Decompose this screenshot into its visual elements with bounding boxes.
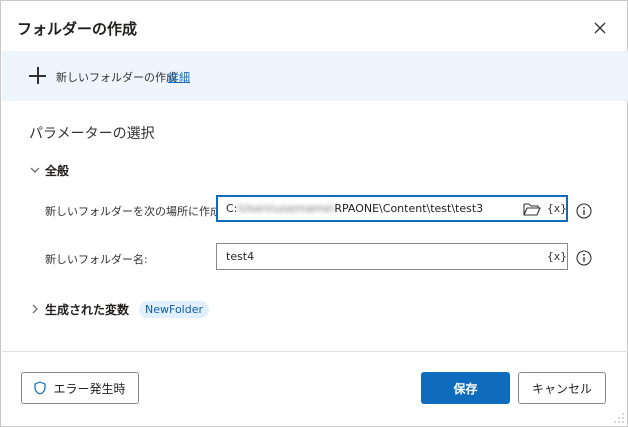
dialog-title: フォルダーの作成 — [17, 20, 138, 38]
shield-icon — [34, 381, 47, 395]
folder-location-input[interactable]: C:\Users\username\RPAONE\Content\test\te… — [216, 195, 568, 222]
variable-pill[interactable]: NewFolder — [139, 300, 210, 318]
on-error-button[interactable]: エラー発生時 — [21, 372, 139, 404]
save-button[interactable]: 保存 — [421, 372, 510, 404]
cancel-button[interactable]: キャンセル — [518, 372, 606, 404]
plus-icon — [29, 67, 46, 84]
info-icon[interactable] — [576, 250, 592, 266]
chevron-down-icon — [30, 167, 40, 173]
variable-picker-button[interactable]: {x} — [547, 250, 567, 263]
info-banner: 新しいフォルダーの作成 詳細 — [2, 51, 628, 101]
general-group-label: 全般 — [45, 163, 70, 178]
close-button[interactable] — [589, 17, 611, 39]
info-icon[interactable] — [576, 203, 592, 219]
generated-variables-toggle[interactable]: 生成された変数 NewFolder — [29, 299, 210, 319]
folder-location-label: 新しいフォルダーを次の場所に作成: — [45, 205, 225, 218]
banner-description: 新しいフォルダーの作成 — [56, 71, 177, 84]
variable-picker-button[interactable]: {x} — [547, 202, 567, 215]
folder-name-value: test4 — [226, 250, 255, 263]
create-folder-dialog: フォルダーの作成 新しいフォルダーの作成 詳細 パラメーターの選択 全般 新しい… — [0, 0, 628, 427]
folder-name-label: 新しいフォルダー名: — [45, 253, 148, 266]
on-error-label: エラー発生時 — [53, 381, 126, 396]
folder-location-value: C:\Users\username\RPAONE\Content\test\te… — [226, 202, 484, 215]
chevron-right-icon — [32, 304, 38, 314]
general-group-toggle[interactable]: 全般 — [29, 161, 69, 179]
footer-divider — [2, 351, 628, 352]
parameters-section-title: パラメーターの選択 — [29, 126, 155, 142]
resize-grip-icon[interactable] — [613, 412, 625, 424]
folder-name-input[interactable]: test4 {x} — [216, 243, 568, 270]
generated-variables-label: 生成された変数 — [45, 302, 130, 317]
close-icon — [594, 22, 606, 34]
details-link[interactable]: 詳細 — [168, 69, 190, 85]
folder-open-icon[interactable] — [523, 202, 541, 216]
